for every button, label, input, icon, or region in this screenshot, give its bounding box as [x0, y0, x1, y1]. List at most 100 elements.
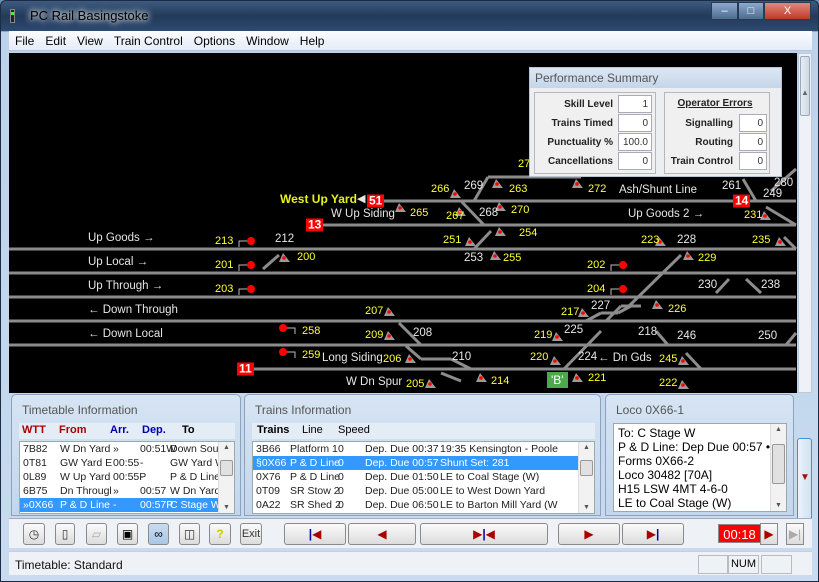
train-berth[interactable]: 51: [367, 194, 385, 208]
list-row[interactable]: 0L89 W Up Yard 00:55P - P & D Line: [20, 470, 234, 484]
shunt-signal-icon[interactable]: [384, 307, 395, 316]
trains-list[interactable]: 3B66 Platform 1 0 Dep. Due 00:37 19:35 Kensi…: [252, 441, 595, 514]
signal-danger-icon[interactable]: [238, 261, 255, 271]
shunt-signal-icon[interactable]: [572, 179, 583, 188]
line-name-label: ← Down Through: [88, 304, 178, 316]
list-row[interactable]: 0A22 SR Shed 2 0 Dep. Due 06:50 LE to Barton…: [253, 498, 594, 512]
list-row[interactable]: »0X66 P & D Line - 00:57P C Stage W: [20, 498, 234, 512]
close-button[interactable]: X: [764, 2, 811, 20]
col-arr[interactable]: Arr.: [110, 424, 129, 436]
shunt-signal-icon[interactable]: [476, 373, 487, 382]
menu-train-control[interactable]: Train Control: [108, 31, 188, 48]
scroll-thumb[interactable]: [800, 56, 810, 116]
next-button[interactable]: ▶: [558, 523, 620, 545]
shunt-signal-icon[interactable]: [425, 379, 436, 388]
signal-number-label: 226: [668, 303, 687, 315]
loco-scrollbar[interactable]: ▲ ▼: [770, 424, 786, 511]
signal-number-label: 229: [698, 252, 717, 264]
shunt-signal-icon[interactable]: [395, 203, 406, 212]
shunt-signal-icon[interactable]: [495, 227, 506, 236]
save-button[interactable]: ▣: [117, 523, 138, 545]
shunt-signal-icon[interactable]: [552, 332, 563, 341]
menu-file[interactable]: File: [9, 31, 39, 48]
cell: Dn Througl: [60, 485, 112, 497]
signal-danger-icon[interactable]: [610, 261, 627, 271]
signal-danger-icon[interactable]: [279, 324, 296, 334]
shunt-signal-icon[interactable]: [490, 251, 501, 260]
menu-window[interactable]: Window: [240, 31, 294, 48]
trains-scrollbar[interactable]: ▲ ▼: [578, 442, 594, 513]
help-button[interactable]: ?: [209, 523, 231, 545]
train-berth[interactable]: 13: [306, 218, 324, 232]
last-button[interactable]: ▶|: [622, 523, 684, 545]
list-row[interactable]: §0X66 P & D Line 0 Dep. Due 00:57 Shunt Set:…: [253, 456, 594, 470]
shunt-signal-icon[interactable]: [550, 356, 561, 365]
list-row[interactable]: 0T81 GW Yard E 00:55- GW Yard W: [20, 456, 234, 470]
center-button[interactable]: ▶|◀: [420, 523, 548, 545]
cell: GW Yard W: [170, 457, 226, 469]
new-button[interactable]: ▯: [55, 523, 75, 545]
timetable-scrollbar[interactable]: ▲ ▼: [218, 442, 234, 513]
minimize-button[interactable]: –: [711, 2, 738, 20]
shunt-signal-icon[interactable]: [683, 251, 694, 260]
cell: 0T81: [23, 457, 47, 469]
cell: Dep. Due 00:37: [365, 443, 439, 455]
col-to[interactable]: To: [182, 424, 195, 436]
list-row[interactable]: 3B66 Platform 1 0 Dep. Due 00:37 19:35 Kensi…: [253, 442, 594, 456]
cell: LE to Barton Mill Yard (W: [440, 499, 558, 511]
first-button[interactable]: |◀: [284, 523, 346, 545]
list-row[interactable]: 6B75 Dn Througl» 00:57 W Dn Yard: [20, 484, 234, 498]
shunt-signal-icon[interactable]: [572, 373, 583, 382]
open-button[interactable]: ▱: [86, 523, 107, 545]
signal-danger-icon[interactable]: [238, 237, 255, 247]
shunt-signal-icon[interactable]: [450, 189, 461, 198]
center-icon: ▶|◀: [473, 527, 495, 541]
panel-expander[interactable]: ▼: [797, 438, 812, 522]
clock-button[interactable]: ◷: [23, 523, 45, 545]
maximize-button[interactable]: □: [738, 2, 764, 20]
col-speed[interactable]: Speed: [338, 424, 370, 436]
signal-number-label: 219: [534, 329, 553, 341]
col-dep[interactable]: Dep.: [142, 424, 166, 436]
previous-button[interactable]: ◀: [348, 523, 416, 545]
step-button[interactable]: ▶|: [786, 523, 804, 545]
run-button[interactable]: ▶: [760, 523, 778, 545]
signal-danger-icon[interactable]: [238, 285, 255, 295]
shunt-signal-icon[interactable]: [492, 179, 503, 188]
signal-number-label: 205: [406, 378, 425, 390]
shunt-signal-icon[interactable]: [279, 253, 290, 262]
train-berth[interactable]: 11: [237, 362, 254, 376]
list-row[interactable]: 0X76 P & D Line 0 Dep. Due 01:50 LE to Coal …: [253, 470, 594, 484]
cell: 0: [338, 499, 344, 511]
menu-edit[interactable]: Edit: [39, 31, 71, 48]
col-line[interactable]: Line: [302, 424, 323, 436]
shunt-signal-icon[interactable]: [465, 237, 476, 246]
shunt-signal-icon[interactable]: [678, 356, 689, 365]
col-wtt[interactable]: WTT: [22, 424, 46, 436]
signal-danger-icon[interactable]: [610, 285, 627, 295]
col-trains[interactable]: Trains: [257, 424, 289, 436]
list-row[interactable]: 7B82 W Dn Yard» 00:51W Down South: [20, 442, 234, 456]
menu-help[interactable]: Help: [294, 31, 330, 48]
exit-button[interactable]: Exit: [240, 523, 262, 545]
diagram-scrollbar[interactable]: ▲: [798, 53, 812, 393]
shunt-signal-icon[interactable]: [405, 354, 416, 363]
find-button[interactable]: ∞: [148, 523, 169, 545]
shunt-signal-icon[interactable]: [578, 308, 589, 317]
signal-danger-icon[interactable]: [279, 348, 296, 358]
shunt-signal-icon[interactable]: [384, 331, 395, 340]
shunt-signal-icon[interactable]: [678, 380, 689, 389]
scroll-up-arrow-icon[interactable]: ▲: [801, 88, 809, 97]
col-from[interactable]: From: [59, 424, 87, 436]
line-name-label: Ash/Shunt Line: [619, 184, 698, 196]
loco-info-list[interactable]: To: C Stage WP & D Line: Dep Due 00:57 •…: [613, 423, 787, 512]
shunt-signal-icon[interactable]: [652, 300, 663, 309]
split-view-button[interactable]: ◫: [179, 523, 200, 545]
platform-marker[interactable]: 'B': [547, 372, 568, 388]
train-berth[interactable]: 14: [733, 194, 751, 208]
timetable-list[interactable]: 7B82 W Dn Yard» 00:51W Down South 0T81 GW Yar…: [19, 441, 235, 514]
menu-options[interactable]: Options: [188, 31, 240, 48]
list-row[interactable]: 0T09 SR Stow 2 0 Dep. Due 05:00 LE to West D…: [253, 484, 594, 498]
menu-view[interactable]: View: [71, 31, 108, 48]
track-segment: [262, 253, 280, 271]
